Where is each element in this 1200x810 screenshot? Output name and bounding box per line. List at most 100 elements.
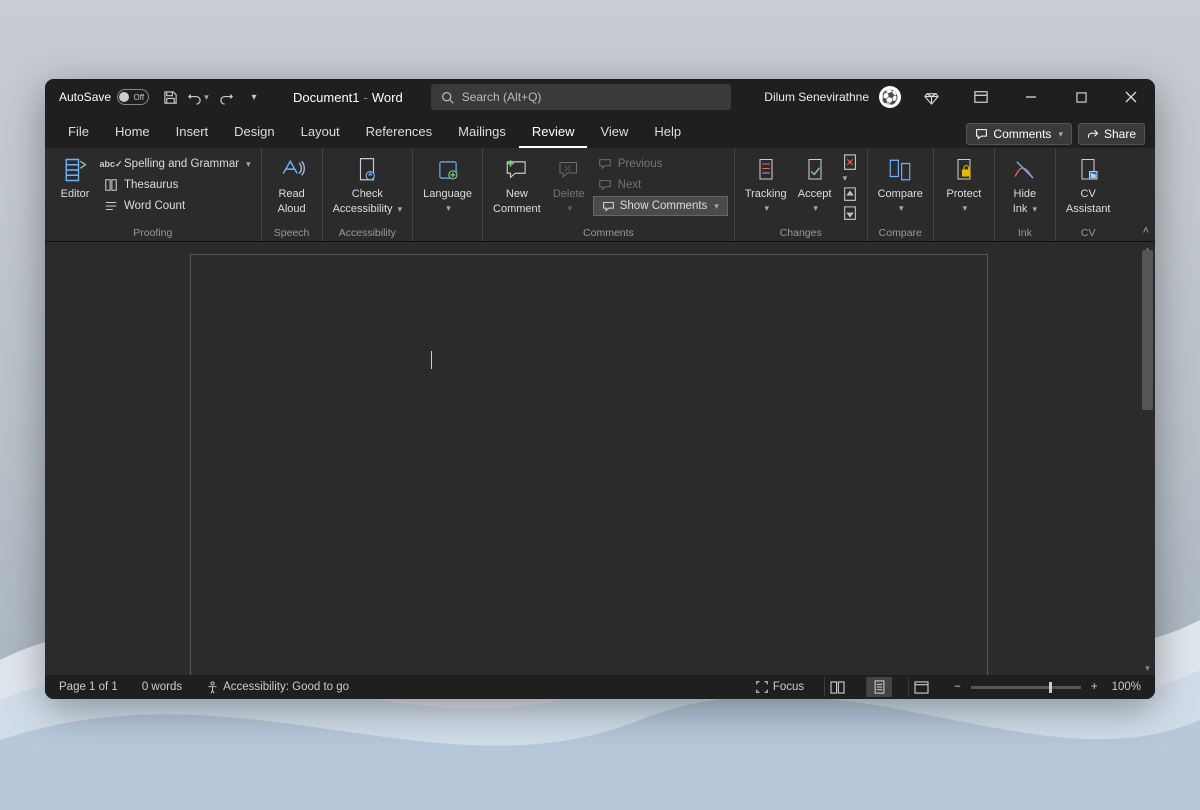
group-cv: in CV Assistant CV [1056, 148, 1121, 241]
word-app-window: AutoSave Off ▾ ▾ Document1 - Word Search… [45, 79, 1155, 699]
group-protect: Protect▾ [934, 148, 995, 241]
page-indicator[interactable]: Page 1 of 1 [55, 675, 122, 699]
editor-button[interactable]: Editor [51, 152, 99, 203]
redo-icon[interactable] [215, 86, 237, 108]
reject-icon [841, 154, 859, 172]
tab-help[interactable]: Help [641, 117, 694, 148]
web-layout-button[interactable] [908, 677, 934, 697]
compare-icon [884, 154, 916, 186]
next-change-button[interactable] [841, 206, 859, 222]
show-comments-button[interactable]: Show Comments▾ [593, 196, 728, 216]
language-button[interactable]: Language ▾ [419, 152, 476, 215]
maximize-button[interactable] [1061, 81, 1101, 113]
scrollbar-thumb[interactable] [1142, 250, 1153, 410]
comment-icon [975, 128, 988, 141]
vertical-scrollbar[interactable]: ▴ ▾ [1140, 242, 1155, 675]
next-change-icon [841, 206, 859, 222]
search-icon [441, 91, 454, 104]
qat-more-icon[interactable]: ▾ [243, 86, 265, 108]
user-avatar[interactable]: ⚽ [879, 86, 901, 108]
read-aloud-button[interactable]: Read Aloud [268, 152, 316, 217]
focus-icon [755, 680, 769, 694]
read-aloud-icon [276, 154, 308, 186]
tab-home[interactable]: Home [102, 117, 163, 148]
next-comment-icon [597, 177, 613, 193]
focus-mode-button[interactable]: Focus [751, 675, 808, 699]
group-language: Language ▾ [413, 148, 483, 241]
accessibility-status[interactable]: Accessibility: Good to go [202, 675, 353, 699]
svg-text:in: in [1091, 174, 1096, 180]
group-ink: Hide Ink ▾ Ink [995, 148, 1056, 241]
group-compare: Compare▾ Compare [868, 148, 934, 241]
show-comments-icon [602, 201, 615, 212]
previous-comment-button[interactable]: Previous [593, 154, 728, 174]
cv-assistant-button[interactable]: in CV Assistant [1062, 152, 1115, 217]
thesaurus-button[interactable]: Thesaurus [99, 175, 255, 195]
save-icon[interactable] [159, 86, 181, 108]
tab-insert[interactable]: Insert [163, 117, 222, 148]
delete-comment-icon [553, 154, 585, 186]
collapse-ribbon-icon[interactable]: ˄ [1143, 225, 1149, 237]
share-icon [1087, 128, 1099, 140]
reject-button[interactable]: ▾ [841, 154, 859, 184]
zoom-level[interactable]: 100% [1108, 681, 1145, 693]
delete-comment-button[interactable]: Delete ▾ [545, 152, 593, 215]
tab-mailings[interactable]: Mailings [445, 117, 519, 148]
tracking-button[interactable]: Tracking▾ [741, 152, 791, 215]
new-comment-button[interactable]: New Comment [489, 152, 545, 217]
tab-file[interactable]: File [55, 117, 102, 148]
diamond-icon[interactable] [911, 81, 951, 113]
previous-comment-icon [597, 156, 613, 172]
username-label: Dilum Senevirathne [764, 90, 869, 104]
word-count-button[interactable]: Word Count [99, 196, 255, 216]
accept-icon [799, 154, 831, 186]
read-mode-button[interactable] [824, 677, 850, 697]
document-title: Document1 - Word [293, 90, 403, 105]
tab-references[interactable]: References [353, 117, 445, 148]
zoom-out-button[interactable]: − [950, 681, 965, 693]
ribbon-review: Editor abc✓Spelling and Grammar▾ Thesaur… [45, 148, 1155, 242]
group-changes: Tracking▾ Accept▾ ▾ Changes [735, 148, 868, 241]
word-count-indicator[interactable]: 0 words [138, 675, 186, 699]
close-button[interactable] [1111, 81, 1151, 113]
protect-button[interactable]: Protect▾ [940, 152, 988, 215]
accept-button[interactable]: Accept▾ [791, 152, 839, 215]
scroll-down-icon[interactable]: ▾ [1140, 661, 1155, 675]
comments-button[interactable]: Comments▾ [966, 123, 1072, 145]
hide-ink-button[interactable]: Hide Ink ▾ [1001, 152, 1049, 217]
minimize-button[interactable] [1011, 81, 1051, 113]
tab-design[interactable]: Design [221, 117, 287, 148]
protect-icon [948, 154, 980, 186]
zoom-in-button[interactable]: + [1087, 681, 1102, 693]
search-input[interactable]: Search (Alt+Q) [431, 84, 731, 110]
autosave-toggle[interactable]: AutoSave Off [59, 89, 149, 105]
document-area[interactable]: ▴ ▾ [45, 242, 1155, 675]
ribbon-display-icon[interactable] [961, 81, 1001, 113]
new-comment-icon [501, 154, 533, 186]
word-count-icon [103, 198, 119, 214]
undo-icon[interactable]: ▾ [187, 86, 209, 108]
previous-change-button[interactable] [841, 187, 859, 203]
editor-icon [59, 154, 91, 186]
accessibility-icon [351, 154, 383, 186]
text-cursor [431, 351, 432, 369]
ink-icon [1009, 154, 1041, 186]
thesaurus-icon [103, 177, 119, 193]
check-accessibility-button[interactable]: Check Accessibility ▾ [329, 152, 407, 217]
document-page[interactable] [190, 254, 988, 675]
statusbar: Page 1 of 1 0 words Accessibility: Good … [45, 675, 1155, 699]
compare-button[interactable]: Compare▾ [874, 152, 927, 215]
spelling-grammar-button[interactable]: abc✓Spelling and Grammar▾ [99, 154, 255, 174]
next-comment-button[interactable]: Next [593, 175, 728, 195]
tab-view[interactable]: View [587, 117, 641, 148]
group-comments: New Comment Delete ▾ Previous Next Show … [483, 148, 735, 241]
tab-layout[interactable]: Layout [288, 117, 353, 148]
zoom-control: − + 100% [950, 681, 1145, 693]
print-layout-button[interactable] [866, 677, 892, 697]
tab-review[interactable]: Review [519, 117, 588, 148]
group-accessibility: Check Accessibility ▾ Accessibility [323, 148, 414, 241]
zoom-slider[interactable] [971, 686, 1081, 689]
share-button[interactable]: Share [1078, 123, 1145, 145]
accessibility-status-icon [206, 681, 219, 694]
language-icon [432, 154, 464, 186]
